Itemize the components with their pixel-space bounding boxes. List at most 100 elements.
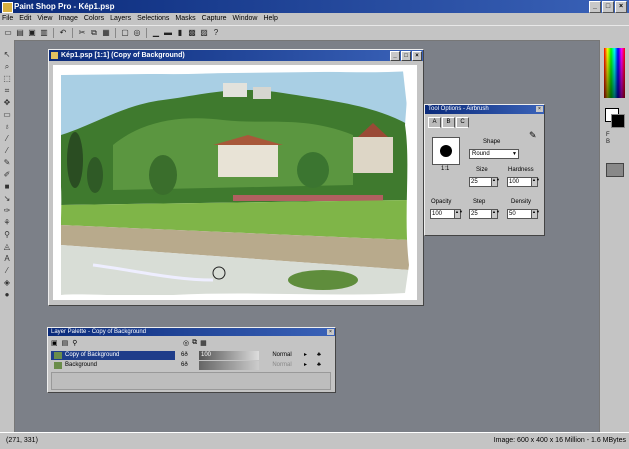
- layer-row[interactable]: Copy of Background 6ð 100 Normal ▸ ♣: [51, 351, 327, 360]
- opacity-tab-icon[interactable]: ◎: [183, 339, 189, 347]
- palette-toggle-icon[interactable]: ▩: [187, 28, 197, 38]
- hardness-spinner[interactable]: 100 ▲▼: [507, 177, 540, 187]
- visibility-icon[interactable]: 6ð: [181, 351, 189, 360]
- spinner-arrows-icon[interactable]: ▲▼: [531, 178, 540, 186]
- save-icon[interactable]: ▣: [27, 28, 37, 38]
- maximize-button[interactable]: □: [602, 1, 614, 13]
- help-icon[interactable]: ?: [211, 28, 221, 38]
- brush-type-icon[interactable]: ✎: [529, 130, 537, 141]
- flood-fill-icon[interactable]: A: [2, 254, 12, 264]
- layer-opacity-slider[interactable]: 100: [199, 351, 259, 360]
- density-spinner[interactable]: 50 ▲▼: [507, 209, 540, 219]
- chevron-right-icon[interactable]: ▸: [304, 351, 314, 360]
- retouch-icon[interactable]: ↘: [2, 194, 12, 204]
- minimize-button[interactable]: _: [589, 1, 601, 13]
- paste-icon[interactable]: ▦: [101, 28, 111, 38]
- dropper-icon[interactable]: ⁄: [2, 146, 12, 156]
- wand-icon[interactable]: ⁄: [2, 134, 12, 144]
- menu-file[interactable]: File: [2, 13, 13, 25]
- close-icon[interactable]: ×: [327, 329, 334, 335]
- paintbrush-icon[interactable]: ✎: [2, 158, 12, 168]
- image-window-titlebar[interactable]: Kép1.psp [1:1] (Copy of Background) _ □ …: [49, 50, 423, 61]
- layer-blend-mode[interactable]: Normal: [263, 351, 301, 360]
- image-close-button[interactable]: ×: [412, 51, 422, 61]
- opacity-spinner[interactable]: 100 ▲▼: [430, 209, 463, 219]
- cut-icon[interactable]: ✂: [77, 28, 87, 38]
- layer-name-selected[interactable]: Copy of Background: [51, 351, 175, 360]
- layer-opacity-slider[interactable]: [199, 361, 259, 370]
- scratch-icon[interactable]: ✑: [2, 206, 12, 216]
- menu-image[interactable]: Image: [58, 13, 77, 25]
- draw-icon[interactable]: ◈: [2, 278, 12, 288]
- tab-paper[interactable]: B: [442, 117, 455, 128]
- undo-icon[interactable]: ↶: [58, 28, 68, 38]
- layer-palette-titlebar[interactable]: Layer Palette - Copy of Background ×: [48, 328, 335, 336]
- chevron-down-icon[interactable]: ▼: [512, 150, 517, 158]
- new-layer-icon[interactable]: ▣: [51, 339, 58, 347]
- image-minimize-button[interactable]: _: [390, 51, 400, 61]
- image-maximize-button[interactable]: □: [401, 51, 411, 61]
- clone-icon[interactable]: ✐: [2, 170, 12, 180]
- blend-tab-icon[interactable]: ⧉: [192, 339, 197, 347]
- background-swatch[interactable]: [611, 114, 625, 128]
- layer-lock-icon[interactable]: ♣: [317, 361, 327, 370]
- mover-icon[interactable]: ✥: [2, 98, 12, 108]
- opacity-value: 100: [432, 211, 443, 217]
- mask-tab-icon[interactable]: ▦: [200, 339, 207, 347]
- spinner-arrows-icon[interactable]: ▲▼: [531, 210, 540, 218]
- arrow-icon[interactable]: ↖: [2, 50, 12, 60]
- new-icon[interactable]: ▭: [3, 28, 13, 38]
- picture-tube-icon[interactable]: ⚲: [2, 230, 12, 240]
- step-spinner[interactable]: 25 ▲▼: [469, 209, 500, 219]
- brush-toggle-icon[interactable]: ▬: [163, 28, 173, 38]
- airbrush-icon[interactable]: ◬: [2, 242, 12, 252]
- open-icon[interactable]: ▤: [15, 28, 25, 38]
- menu-masks[interactable]: Masks: [175, 13, 195, 25]
- menu-help[interactable]: Help: [263, 13, 277, 25]
- size-spinner[interactable]: 25 ▲▼: [469, 177, 500, 187]
- menu-window[interactable]: Window: [233, 13, 258, 25]
- spinner-arrows-icon[interactable]: ▲▼: [491, 178, 500, 186]
- close-button[interactable]: ×: [615, 1, 627, 13]
- deform-icon[interactable]: ⬚: [2, 74, 12, 84]
- spinner-arrows-icon[interactable]: ▲▼: [454, 210, 463, 218]
- histogram-icon[interactable]: ▁: [151, 28, 161, 38]
- opacity-label: Opacity: [431, 199, 452, 205]
- print-icon[interactable]: ▥: [39, 28, 49, 38]
- menu-view[interactable]: View: [37, 13, 52, 25]
- text-icon[interactable]: ⁄: [2, 266, 12, 276]
- menu-edit[interactable]: Edit: [19, 13, 31, 25]
- selection-icon[interactable]: ▭: [2, 110, 12, 120]
- image-canvas[interactable]: [53, 65, 417, 300]
- zoom-icon[interactable]: ◎: [132, 28, 142, 38]
- replace-icon[interactable]: ■: [2, 182, 12, 192]
- menu-layers[interactable]: Layers: [110, 13, 131, 25]
- toolbar-divider: [146, 28, 147, 38]
- tab-options[interactable]: C: [456, 117, 469, 128]
- layer-lock-icon[interactable]: ♣: [317, 351, 327, 360]
- layer-toggle-icon[interactable]: ▮: [175, 28, 185, 38]
- layer-name[interactable]: Background: [51, 361, 175, 370]
- visibility-icon[interactable]: 6ð: [181, 361, 189, 370]
- tab-brush[interactable]: A: [428, 117, 441, 128]
- crop-icon[interactable]: ⌗: [2, 86, 12, 96]
- style-swatch[interactable]: [606, 163, 624, 177]
- copy-icon[interactable]: ⧉: [89, 28, 99, 38]
- zoom-icon[interactable]: ⌕: [2, 62, 12, 72]
- menu-selections[interactable]: Selections: [137, 13, 169, 25]
- lasso-icon[interactable]: ♁: [2, 122, 12, 132]
- preset-shapes-icon[interactable]: ●: [2, 290, 12, 300]
- close-icon[interactable]: ×: [536, 106, 543, 112]
- screen-icon[interactable]: ▢: [120, 28, 130, 38]
- spinner-arrows-icon[interactable]: ▲▼: [491, 210, 500, 218]
- tool-options-titlebar[interactable]: Tool Options - Airbrush ×: [425, 105, 544, 114]
- eraser-icon[interactable]: ⚘: [2, 218, 12, 228]
- menu-colors[interactable]: Colors: [84, 13, 104, 25]
- menu-capture[interactable]: Capture: [202, 13, 227, 25]
- delete-layer-icon[interactable]: ▤: [62, 339, 69, 347]
- overview-icon[interactable]: ▨: [199, 28, 209, 38]
- layer-row[interactable]: Background 6ð Normal ▸ ♣: [51, 361, 327, 370]
- layer-options-icon[interactable]: ⚲: [72, 339, 77, 347]
- color-picker[interactable]: [604, 48, 625, 98]
- shape-select[interactable]: Round ▼: [469, 149, 519, 159]
